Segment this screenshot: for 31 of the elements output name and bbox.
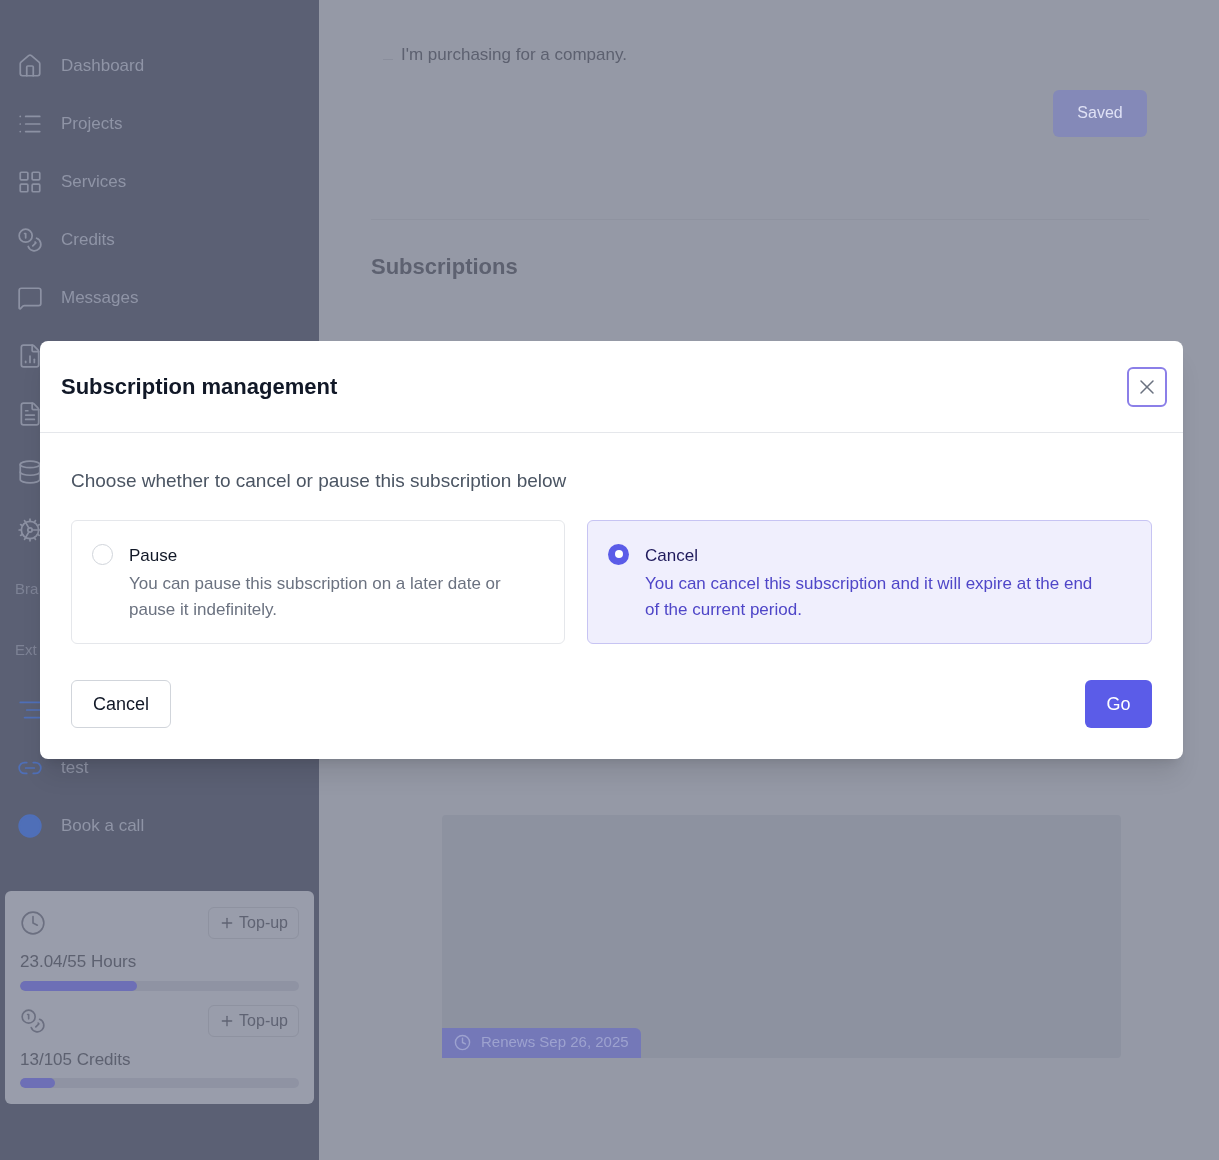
coins-icon bbox=[17, 227, 43, 253]
option-description: You can cancel this subscription and it will expire at the end of the current period. bbox=[645, 573, 1094, 621]
option-description: You can pause this subscription on a later date or pause it indefinitely. bbox=[129, 573, 502, 621]
document-icon bbox=[17, 401, 43, 427]
close-button[interactable] bbox=[1127, 366, 1167, 407]
home-icon bbox=[17, 53, 43, 79]
clock-icon bbox=[20, 910, 46, 936]
radio-button[interactable] bbox=[92, 543, 113, 565]
go-button[interactable]: Go bbox=[1085, 680, 1152, 728]
section-heading: Subscriptions bbox=[371, 252, 519, 281]
option-title: Pause bbox=[129, 544, 179, 567]
dialog-title: Subscription management bbox=[61, 373, 338, 401]
top-up-button[interactable]: Top-up bbox=[208, 1004, 299, 1037]
database-icon bbox=[17, 459, 43, 485]
gear-icon bbox=[17, 517, 43, 543]
chat-icon bbox=[17, 285, 43, 311]
chart-file-icon bbox=[17, 343, 43, 369]
top-up-button[interactable]: Top-up bbox=[208, 907, 299, 939]
grid-icon bbox=[17, 169, 43, 195]
option-title: Cancel bbox=[645, 544, 699, 567]
circle-icon bbox=[17, 813, 43, 839]
option-card[interactable]: Cancel You can cancel this subscription and it will expire at the end of the current period. bbox=[587, 519, 1152, 644]
checkbox-label: I'm purchasing for a company. bbox=[401, 44, 627, 66]
radio-button[interactable] bbox=[608, 543, 629, 565]
usage-reading: 23.04/55 Hours bbox=[20, 951, 138, 973]
cancel-button[interactable]: Cancel bbox=[71, 680, 171, 728]
coins-icon bbox=[20, 1007, 46, 1034]
clock-icon bbox=[454, 1034, 471, 1051]
option-card[interactable]: Pause You can pause this subscription on a later date or pause it indefinitely. bbox=[71, 519, 565, 644]
dialog-intro: Choose whether to cancel or pause this subscription below bbox=[71, 469, 568, 493]
usage-reading: 13/105 Credits bbox=[20, 1048, 132, 1071]
